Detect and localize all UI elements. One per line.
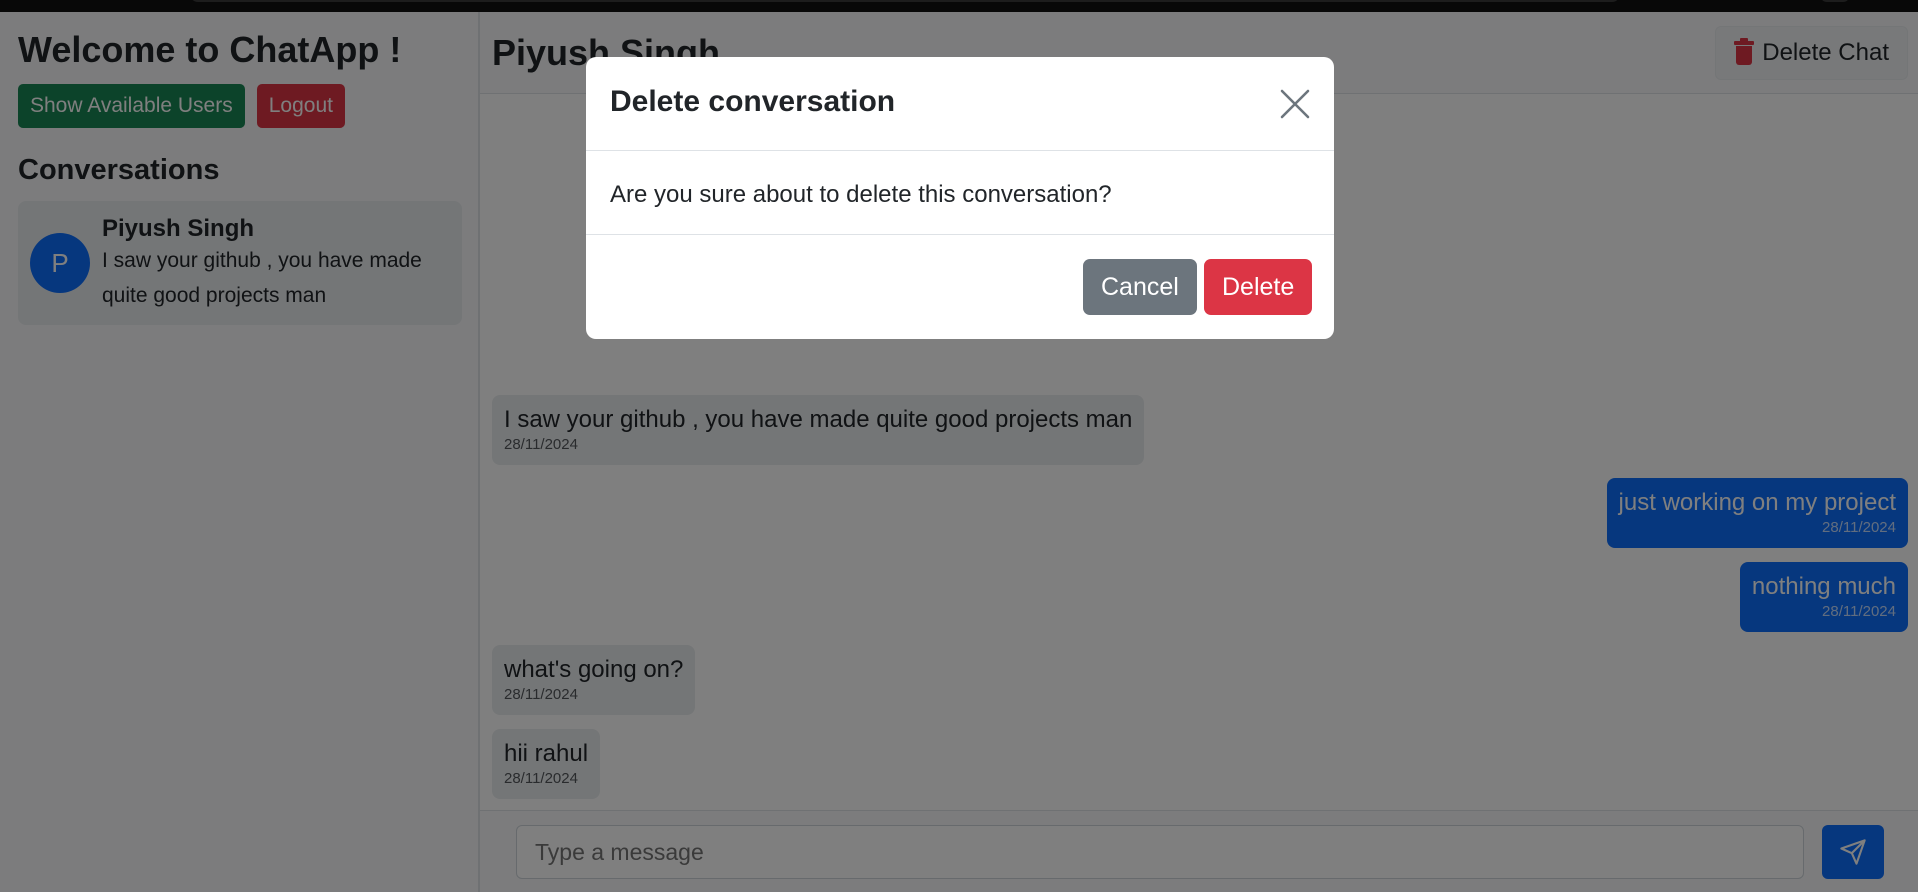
modal-body: Are you sure about to delete this conver… <box>586 151 1334 235</box>
cancel-button[interactable]: Cancel <box>1083 259 1197 315</box>
confirm-delete-button[interactable]: Delete <box>1204 259 1313 315</box>
delete-conversation-modal: Delete conversation Are you sure about t… <box>586 57 1334 339</box>
modal-title: Delete conversation <box>610 85 896 118</box>
modal-header: Delete conversation <box>586 57 1334 151</box>
modal-footer: Cancel Delete <box>586 235 1334 339</box>
close-icon[interactable] <box>1278 87 1312 121</box>
